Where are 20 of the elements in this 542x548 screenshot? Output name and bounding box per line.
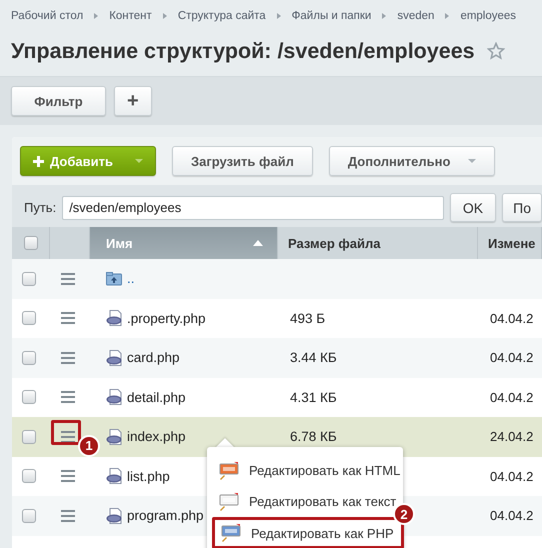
file-name: detail.php (127, 390, 186, 405)
file-name: index.php (127, 429, 186, 444)
file-size: 6.78 КБ (290, 429, 337, 444)
modified-date: 24.04.2 (490, 429, 534, 444)
file-name: list.php (127, 468, 170, 484)
path-label: Путь: (24, 200, 56, 215)
step-badge: 1 (78, 434, 100, 457)
file-size: 4.31 КБ (290, 390, 337, 405)
modified-date: 04.04.2 (490, 508, 534, 524)
modified-date: 04.04.2 (490, 350, 534, 366)
file-name: .property.php (127, 310, 206, 326)
step-badge: 2 (393, 503, 415, 525)
file-name: card.php (127, 350, 180, 366)
modified-date: 04.04.2 (490, 310, 534, 326)
page-title: Управление структурой: /sveden/employees (11, 38, 475, 64)
file-name: program.php (127, 508, 204, 524)
file-size: 493 Б (290, 310, 326, 326)
modified-date: 04.04.2 (490, 390, 534, 405)
file-size: 3.44 КБ (290, 350, 337, 366)
modified-date: 04.04.2 (490, 468, 534, 484)
